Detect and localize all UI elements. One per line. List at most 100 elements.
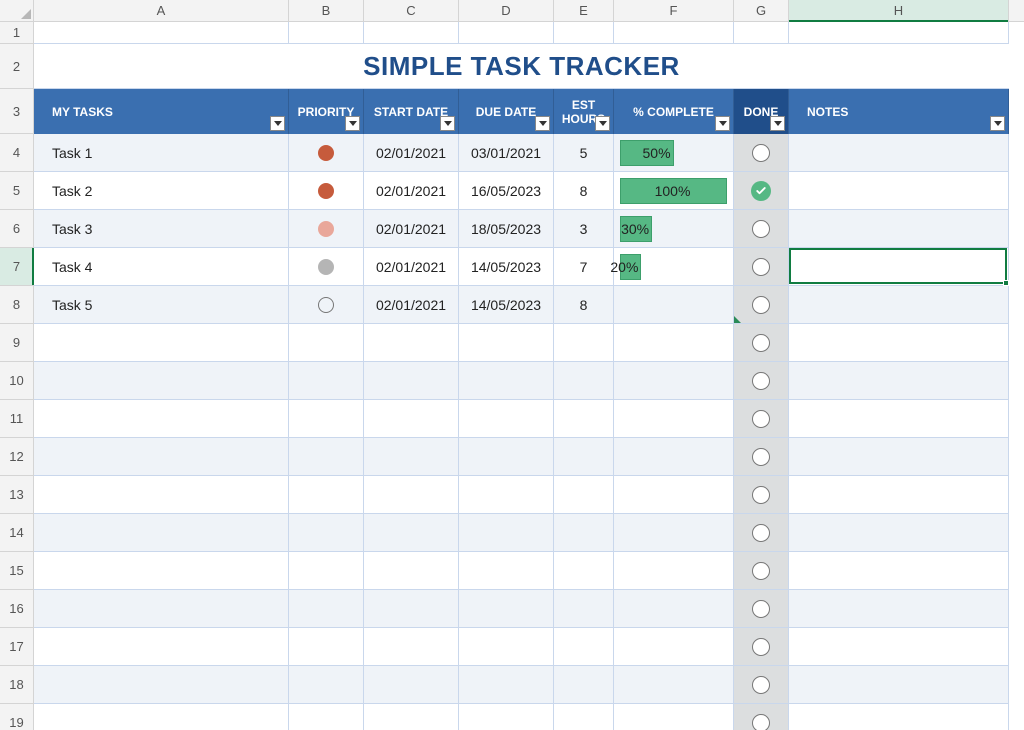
header-start-date[interactable]: START DATE: [364, 89, 459, 134]
filter-dropdown-icon[interactable]: [270, 116, 285, 131]
cell-notes[interactable]: [789, 400, 1009, 438]
done-unchecked-icon[interactable]: [752, 600, 770, 618]
cell-notes[interactable]: [789, 704, 1009, 730]
cell-notes[interactable]: [789, 324, 1009, 362]
cell-est-hours[interactable]: [554, 324, 614, 362]
cell-notes[interactable]: [789, 286, 1009, 324]
cell-pct-complete[interactable]: 50%: [614, 134, 734, 172]
cell-est-hours[interactable]: [554, 514, 614, 552]
cell-start-date[interactable]: 02/01/2021: [364, 286, 459, 324]
row-header-15[interactable]: 15: [0, 552, 34, 590]
row-header-19[interactable]: 19: [0, 704, 34, 730]
cell-est-hours[interactable]: 8: [554, 172, 614, 210]
filter-dropdown-icon[interactable]: [595, 116, 610, 131]
filter-dropdown-icon[interactable]: [990, 116, 1005, 131]
cell-est-hours[interactable]: 7: [554, 248, 614, 286]
cell-pct-complete[interactable]: [614, 628, 734, 666]
cell-start-date[interactable]: [364, 324, 459, 362]
done-unchecked-icon[interactable]: [752, 714, 770, 730]
row-header-6[interactable]: 6: [0, 210, 34, 248]
filter-dropdown-icon[interactable]: [715, 116, 730, 131]
cell-due-date[interactable]: [459, 552, 554, 590]
cell-H1[interactable]: [789, 22, 1009, 43]
cell-notes[interactable]: [789, 362, 1009, 400]
cell-task[interactable]: [34, 400, 289, 438]
done-unchecked-icon[interactable]: [752, 410, 770, 428]
cell-done[interactable]: [734, 628, 789, 666]
cell-E1[interactable]: [554, 22, 614, 43]
row-header-11[interactable]: 11: [0, 400, 34, 438]
cell-done[interactable]: [734, 666, 789, 704]
done-unchecked-icon[interactable]: [752, 296, 770, 314]
cell-start-date[interactable]: [364, 666, 459, 704]
cell-pct-complete[interactable]: [614, 400, 734, 438]
cell-notes[interactable]: [789, 514, 1009, 552]
cell-priority[interactable]: [289, 704, 364, 730]
cell-start-date[interactable]: [364, 438, 459, 476]
row-header-10[interactable]: 10: [0, 362, 34, 400]
cell-task[interactable]: [34, 362, 289, 400]
cell-priority[interactable]: [289, 286, 364, 324]
col-header-C[interactable]: C: [364, 0, 459, 21]
cell-done[interactable]: [734, 172, 789, 210]
cell-task[interactable]: [34, 476, 289, 514]
done-unchecked-icon[interactable]: [752, 144, 770, 162]
title[interactable]: SIMPLE TASK TRACKER: [34, 44, 1009, 89]
cell-due-date[interactable]: [459, 514, 554, 552]
done-unchecked-icon[interactable]: [752, 372, 770, 390]
cell-done[interactable]: [734, 476, 789, 514]
cell-task[interactable]: Task 2: [34, 172, 289, 210]
header-est-hours[interactable]: EST HOURS: [554, 89, 614, 134]
col-header-E[interactable]: E: [554, 0, 614, 21]
cell-done[interactable]: [734, 438, 789, 476]
cell-start-date[interactable]: 02/01/2021: [364, 248, 459, 286]
cell-priority[interactable]: [289, 628, 364, 666]
cell-est-hours[interactable]: [554, 476, 614, 514]
done-unchecked-icon[interactable]: [752, 562, 770, 580]
cell-due-date[interactable]: 18/05/2023: [459, 210, 554, 248]
row-header-1[interactable]: 1: [0, 22, 34, 44]
row-header-4[interactable]: 4: [0, 134, 34, 172]
cell-est-hours[interactable]: [554, 552, 614, 590]
cell-done[interactable]: [734, 324, 789, 362]
cell-task[interactable]: Task 3: [34, 210, 289, 248]
row-header-7[interactable]: 7: [0, 248, 34, 286]
cell-start-date[interactable]: [364, 362, 459, 400]
cell-pct-complete[interactable]: [614, 438, 734, 476]
cell-F1[interactable]: [614, 22, 734, 43]
cell-priority[interactable]: [289, 324, 364, 362]
cell-start-date[interactable]: 02/01/2021: [364, 210, 459, 248]
row-header-5[interactable]: 5: [0, 172, 34, 210]
cell-done[interactable]: [734, 210, 789, 248]
cell-task[interactable]: [34, 514, 289, 552]
cell-start-date[interactable]: 02/01/2021: [364, 134, 459, 172]
cell-est-hours[interactable]: 3: [554, 210, 614, 248]
cell-G1[interactable]: [734, 22, 789, 43]
cell-start-date[interactable]: [364, 476, 459, 514]
cell-due-date[interactable]: [459, 666, 554, 704]
cell-done[interactable]: [734, 704, 789, 730]
cell-done[interactable]: [734, 552, 789, 590]
done-unchecked-icon[interactable]: [752, 334, 770, 352]
row-header-17[interactable]: 17: [0, 628, 34, 666]
row-header-14[interactable]: 14: [0, 514, 34, 552]
cell-notes[interactable]: [789, 590, 1009, 628]
grid[interactable]: SIMPLE TASK TRACKER MY TASKS PRIORITY ST…: [34, 22, 1024, 730]
cell-est-hours[interactable]: [554, 400, 614, 438]
cell-task[interactable]: Task 5: [34, 286, 289, 324]
header-my-tasks[interactable]: MY TASKS: [34, 89, 289, 134]
col-header-A[interactable]: A: [34, 0, 289, 21]
cell-due-date[interactable]: [459, 590, 554, 628]
cell-pct-complete[interactable]: 30%: [614, 210, 734, 248]
row-header-3[interactable]: 3: [0, 89, 34, 134]
cell-start-date[interactable]: [364, 628, 459, 666]
header-due-date[interactable]: DUE DATE: [459, 89, 554, 134]
cell-est-hours[interactable]: [554, 628, 614, 666]
filter-dropdown-icon[interactable]: [535, 116, 550, 131]
row-header-8[interactable]: 8: [0, 286, 34, 324]
cell-est-hours[interactable]: [554, 362, 614, 400]
row-header-2[interactable]: 2: [0, 44, 34, 89]
cell-task[interactable]: [34, 552, 289, 590]
cell-priority[interactable]: [289, 400, 364, 438]
cell-est-hours[interactable]: 8: [554, 286, 614, 324]
